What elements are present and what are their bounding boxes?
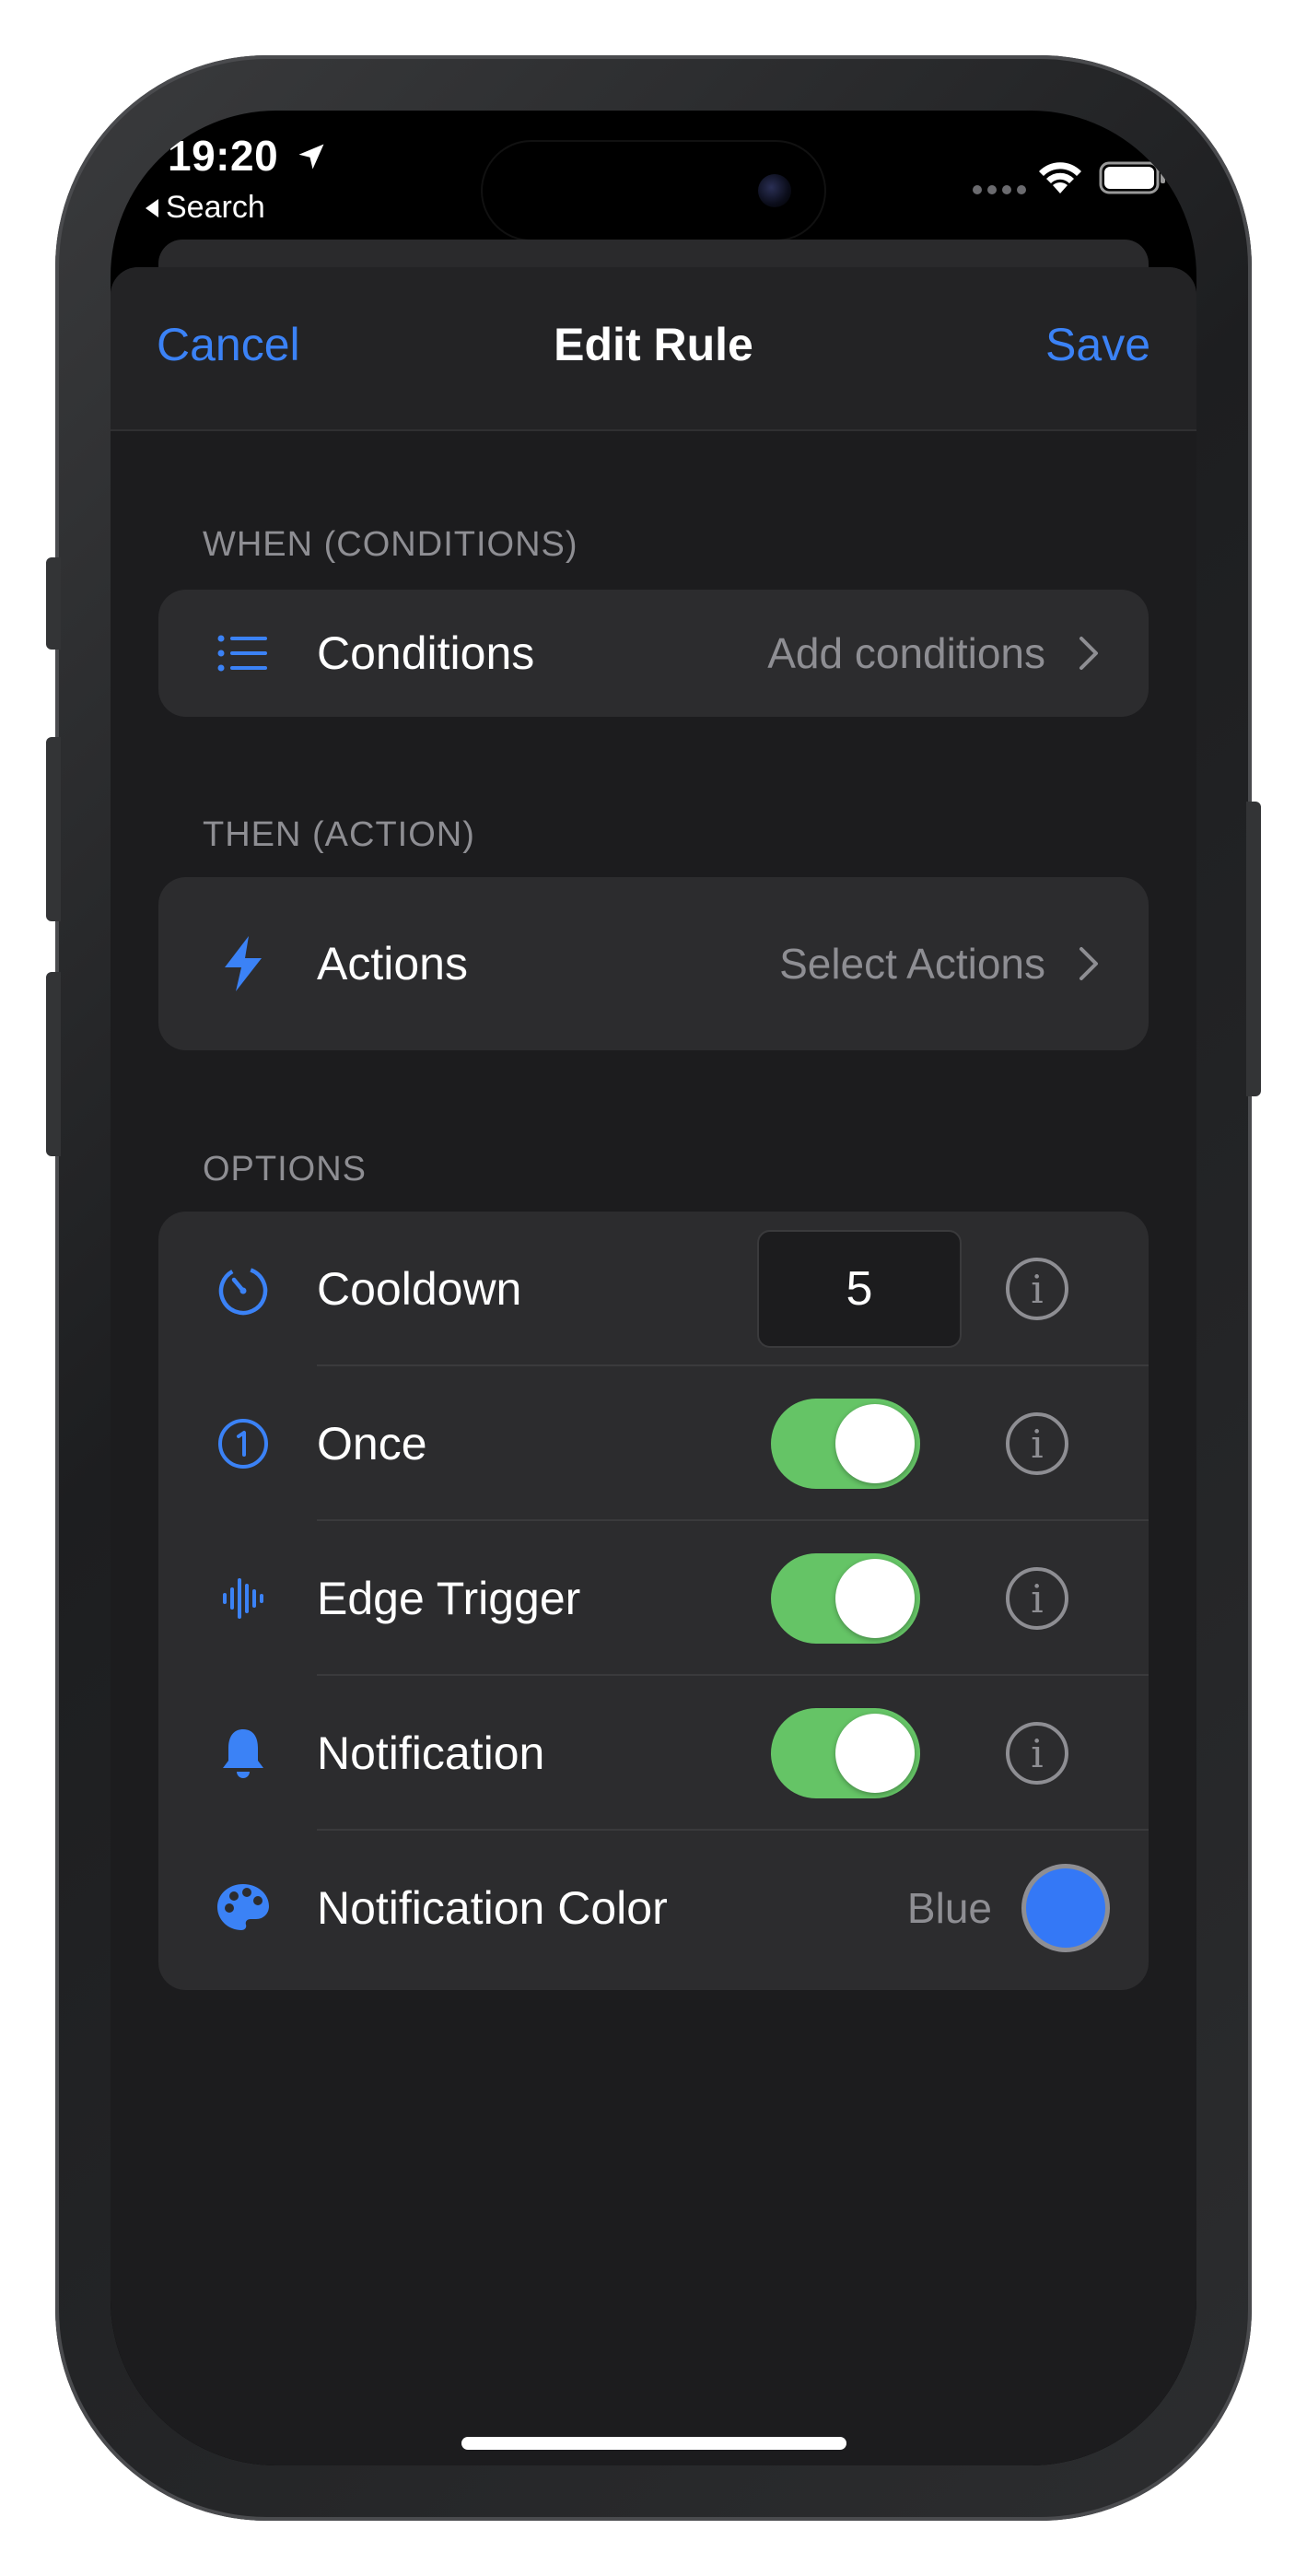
options-card: Cooldown i Once i bbox=[158, 1212, 1149, 1990]
page-title: Edit Rule bbox=[554, 319, 753, 370]
power-button bbox=[1246, 802, 1261, 1096]
camera-icon bbox=[758, 174, 791, 207]
dynamic-island bbox=[481, 140, 826, 241]
edge-trigger-label: Edge Trigger bbox=[317, 1573, 581, 1624]
chevron-right-icon bbox=[1079, 947, 1098, 980]
toggle-knob bbox=[835, 1404, 915, 1483]
phone-screen: 19:20 Search Cancel Edit Rule Save WHEN … bbox=[111, 111, 1196, 2465]
edge-trigger-toggle[interactable] bbox=[771, 1553, 920, 1644]
actions-label: Actions bbox=[317, 938, 468, 989]
toggle-knob bbox=[835, 1714, 915, 1793]
edit-rule-sheet: Cancel Edit Rule Save WHEN (CONDITIONS) … bbox=[111, 267, 1196, 2465]
conditions-card: Conditions Add conditions bbox=[158, 590, 1149, 717]
palette-icon bbox=[217, 1884, 269, 1930]
notification-color-label: Notification Color bbox=[317, 1882, 668, 1934]
notification-toggle[interactable] bbox=[771, 1708, 920, 1798]
notification-row: Notification i bbox=[158, 1676, 1149, 1831]
conditions-section-header: WHEN (CONDITIONS) bbox=[203, 525, 578, 564]
cooldown-info-button[interactable]: i bbox=[1006, 1258, 1068, 1320]
notification-info-button[interactable]: i bbox=[1006, 1722, 1068, 1785]
notification-label: Notification bbox=[317, 1727, 545, 1779]
info-icon: i bbox=[1031, 1421, 1044, 1467]
once-toggle[interactable] bbox=[771, 1399, 920, 1489]
color-swatch[interactable] bbox=[1021, 1864, 1110, 1952]
actions-row[interactable]: Actions Select Actions bbox=[158, 877, 1149, 1050]
edge-trigger-info-button[interactable]: i bbox=[1006, 1567, 1068, 1630]
volume-up-button bbox=[46, 737, 61, 921]
conditions-row[interactable]: Conditions Add conditions bbox=[158, 590, 1149, 717]
once-label: Once bbox=[317, 1418, 427, 1469]
cellular-signal-icon bbox=[973, 185, 1026, 194]
bolt-icon bbox=[225, 936, 262, 991]
cooldown-input[interactable] bbox=[757, 1230, 962, 1348]
actions-value: Select Actions bbox=[779, 940, 1045, 988]
info-icon: i bbox=[1031, 1575, 1044, 1622]
mute-switch bbox=[46, 557, 61, 650]
list-icon bbox=[217, 635, 267, 672]
bell-icon bbox=[223, 1729, 263, 1778]
status-time: 19:20 bbox=[168, 132, 279, 180]
edge-trigger-row: Edge Trigger i bbox=[158, 1521, 1149, 1676]
conditions-label: Conditions bbox=[317, 627, 535, 679]
conditions-value: Add conditions bbox=[767, 629, 1045, 677]
navigation-bar: Cancel Edit Rule Save bbox=[111, 267, 1196, 431]
toggle-knob bbox=[835, 1559, 915, 1638]
timer-icon bbox=[218, 1266, 268, 1316]
number-one-circle-icon bbox=[218, 1419, 268, 1469]
battery-icon bbox=[1099, 161, 1165, 194]
actions-card: Actions Select Actions bbox=[158, 877, 1149, 1050]
once-info-button[interactable]: i bbox=[1006, 1412, 1068, 1475]
back-label: Search bbox=[166, 190, 265, 225]
info-icon: i bbox=[1031, 1266, 1044, 1312]
cooldown-label: Cooldown bbox=[317, 1263, 522, 1315]
volume-down-button bbox=[46, 972, 61, 1156]
once-row: Once i bbox=[158, 1366, 1149, 1521]
cooldown-row: Cooldown i bbox=[158, 1212, 1149, 1366]
save-button[interactable]: Save bbox=[1045, 318, 1150, 371]
waveform-icon bbox=[223, 1578, 263, 1619]
home-indicator[interactable] bbox=[461, 2437, 846, 2450]
wifi-icon bbox=[1039, 162, 1081, 193]
notification-color-value: Blue bbox=[906, 1884, 992, 1932]
actions-section-header: THEN (ACTION) bbox=[203, 815, 475, 854]
notification-color-row[interactable]: Notification Color Blue bbox=[158, 1831, 1149, 1985]
info-icon: i bbox=[1031, 1730, 1044, 1776]
back-triangle-icon bbox=[146, 198, 158, 217]
location-arrow-icon bbox=[298, 144, 324, 170]
back-to-search-link[interactable]: Search bbox=[146, 190, 265, 226]
options-section-header: OPTIONS bbox=[203, 1150, 368, 1188]
chevron-right-icon bbox=[1079, 637, 1098, 670]
